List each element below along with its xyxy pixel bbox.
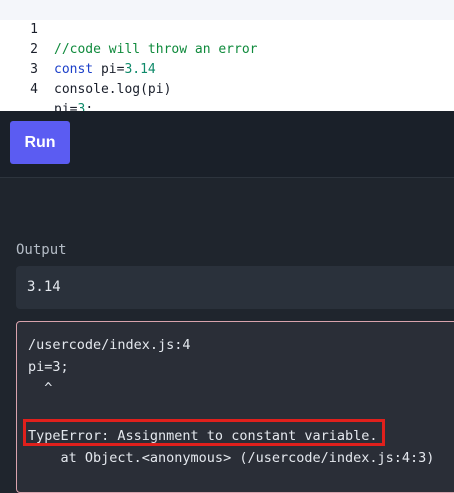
stdout-text: 3.14 — [27, 279, 61, 295]
stderr-line: at Object.<anonymous> (/usercode/index.j… — [28, 450, 435, 466]
code-line-4[interactable]: 4 pi=3; — [0, 60, 454, 117]
code-line-3[interactable]: 3 console.log(pi) — [0, 40, 454, 97]
stderr-line: ^ — [28, 380, 53, 396]
code-editor[interactable]: 1 //code will throw an error 2 const pi=… — [0, 0, 454, 117]
output-label: Output — [16, 242, 67, 258]
error-highlight-box — [23, 419, 385, 446]
code-line-1[interactable]: 1 //code will throw an error — [0, 0, 454, 57]
stderr-box: /usercode/index.js:4 pi=3; ^ TypeError: … — [16, 321, 454, 493]
code-line-2[interactable]: 2 const pi=3.14 — [0, 20, 454, 77]
line-number: 4 — [30, 82, 38, 97]
stdout-box: 3.14 — [16, 266, 454, 309]
stderr-line: pi=3; — [28, 359, 69, 375]
run-button[interactable]: Run — [10, 121, 70, 164]
code-text: console.log(pi) — [54, 82, 172, 97]
run-toolbar: Run — [0, 111, 454, 177]
output-panel: Output 3.14 /usercode/index.js:4 pi=3; ^… — [0, 178, 454, 493]
stderr-line: /usercode/index.js:4 — [28, 337, 191, 353]
